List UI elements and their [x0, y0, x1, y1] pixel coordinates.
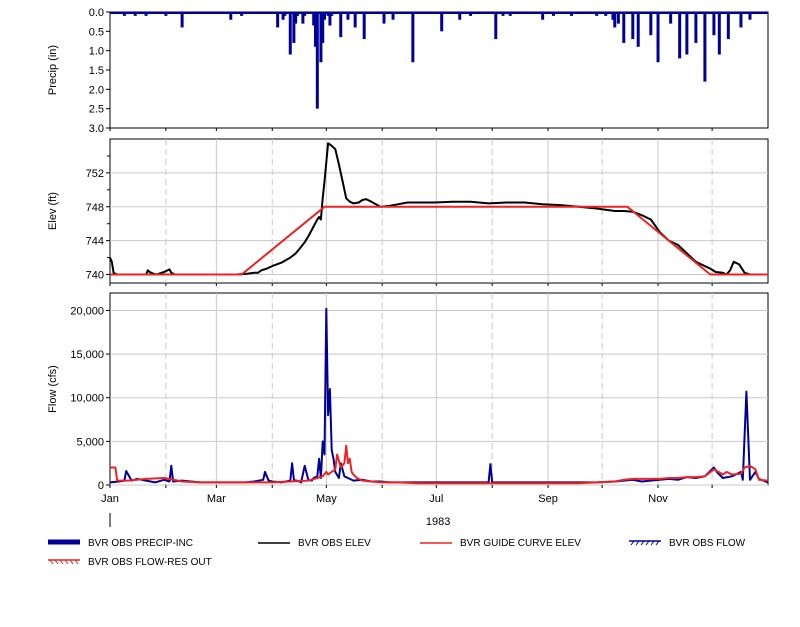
plot-frame — [109, 138, 769, 284]
legend-item-obs-flow: BVR OBS FLOW — [629, 537, 789, 551]
y-tick-label: 15,000 — [70, 349, 104, 361]
x-tick-label: Sep — [538, 493, 558, 505]
y-axis-label: Precip (in) — [47, 45, 59, 95]
y-tick-label: 2.5 — [89, 104, 104, 116]
legend-swatch-thick-bar — [48, 539, 80, 545]
y-tick-label: 0.5 — [89, 26, 104, 38]
y-tick-label: 2.0 — [89, 84, 104, 96]
x-tick-label: Jul — [429, 493, 443, 505]
x-axis-label: 1983 — [426, 516, 450, 528]
y-tick-label: 740 — [86, 270, 104, 282]
legend-item-guide-curve: BVR GUIDE CURVE ELEV — [420, 537, 600, 551]
legend-label: BVR OBS FLOW-RES OUT — [88, 557, 212, 568]
y-tick-label: 0 — [98, 480, 104, 492]
legend-label: BVR OBS ELEV — [298, 538, 371, 549]
y-tick-label: 1.0 — [89, 46, 104, 58]
y-tick-label: 1.5 — [89, 65, 104, 77]
x-tick-label: Jan — [101, 493, 119, 505]
y-axis-label: Elev (ft) — [47, 192, 59, 230]
legend-swatch-hatch — [629, 540, 661, 546]
x-tick-label: May — [316, 493, 337, 505]
legend-swatch-hatch — [48, 559, 80, 565]
legend-label: BVR GUIDE CURVE ELEV — [460, 538, 581, 549]
x-tick-label: Mar — [207, 493, 226, 505]
y-tick-label: 752 — [86, 168, 104, 180]
legend-item-flow-res-out: BVR OBS FLOW-RES OUT — [48, 556, 248, 570]
legend-swatch-line — [258, 542, 290, 544]
y-tick-label: 5,000 — [76, 436, 104, 448]
plot-frame — [109, 292, 769, 486]
legend-label: BVR OBS PRECIP-INC — [88, 538, 194, 549]
y-tick-label: 748 — [86, 202, 104, 214]
legend-item-obs-elev: BVR OBS ELEV — [258, 537, 408, 551]
legend-swatch-line — [420, 542, 452, 544]
y-tick-label: 20,000 — [70, 305, 104, 317]
x-tick-label: Nov — [648, 493, 668, 505]
plot-frame — [109, 11, 769, 129]
y-tick-label: 3.0 — [89, 123, 104, 135]
legend-item-precip: BVR OBS PRECIP-INC — [48, 537, 248, 551]
y-tick-label: 10,000 — [70, 393, 104, 405]
legend-label: BVR OBS FLOW — [669, 538, 746, 549]
y-tick-label: 0.0 — [89, 7, 104, 19]
y-axis-label: Flow (cfs) — [47, 365, 59, 413]
chart-svg: 0.0 0.5 1.0 1.5 2.0 2.5 3.0 Precip (in) 740 744 74… — [47, 7, 769, 528]
y-tick-label: 744 — [86, 236, 104, 248]
